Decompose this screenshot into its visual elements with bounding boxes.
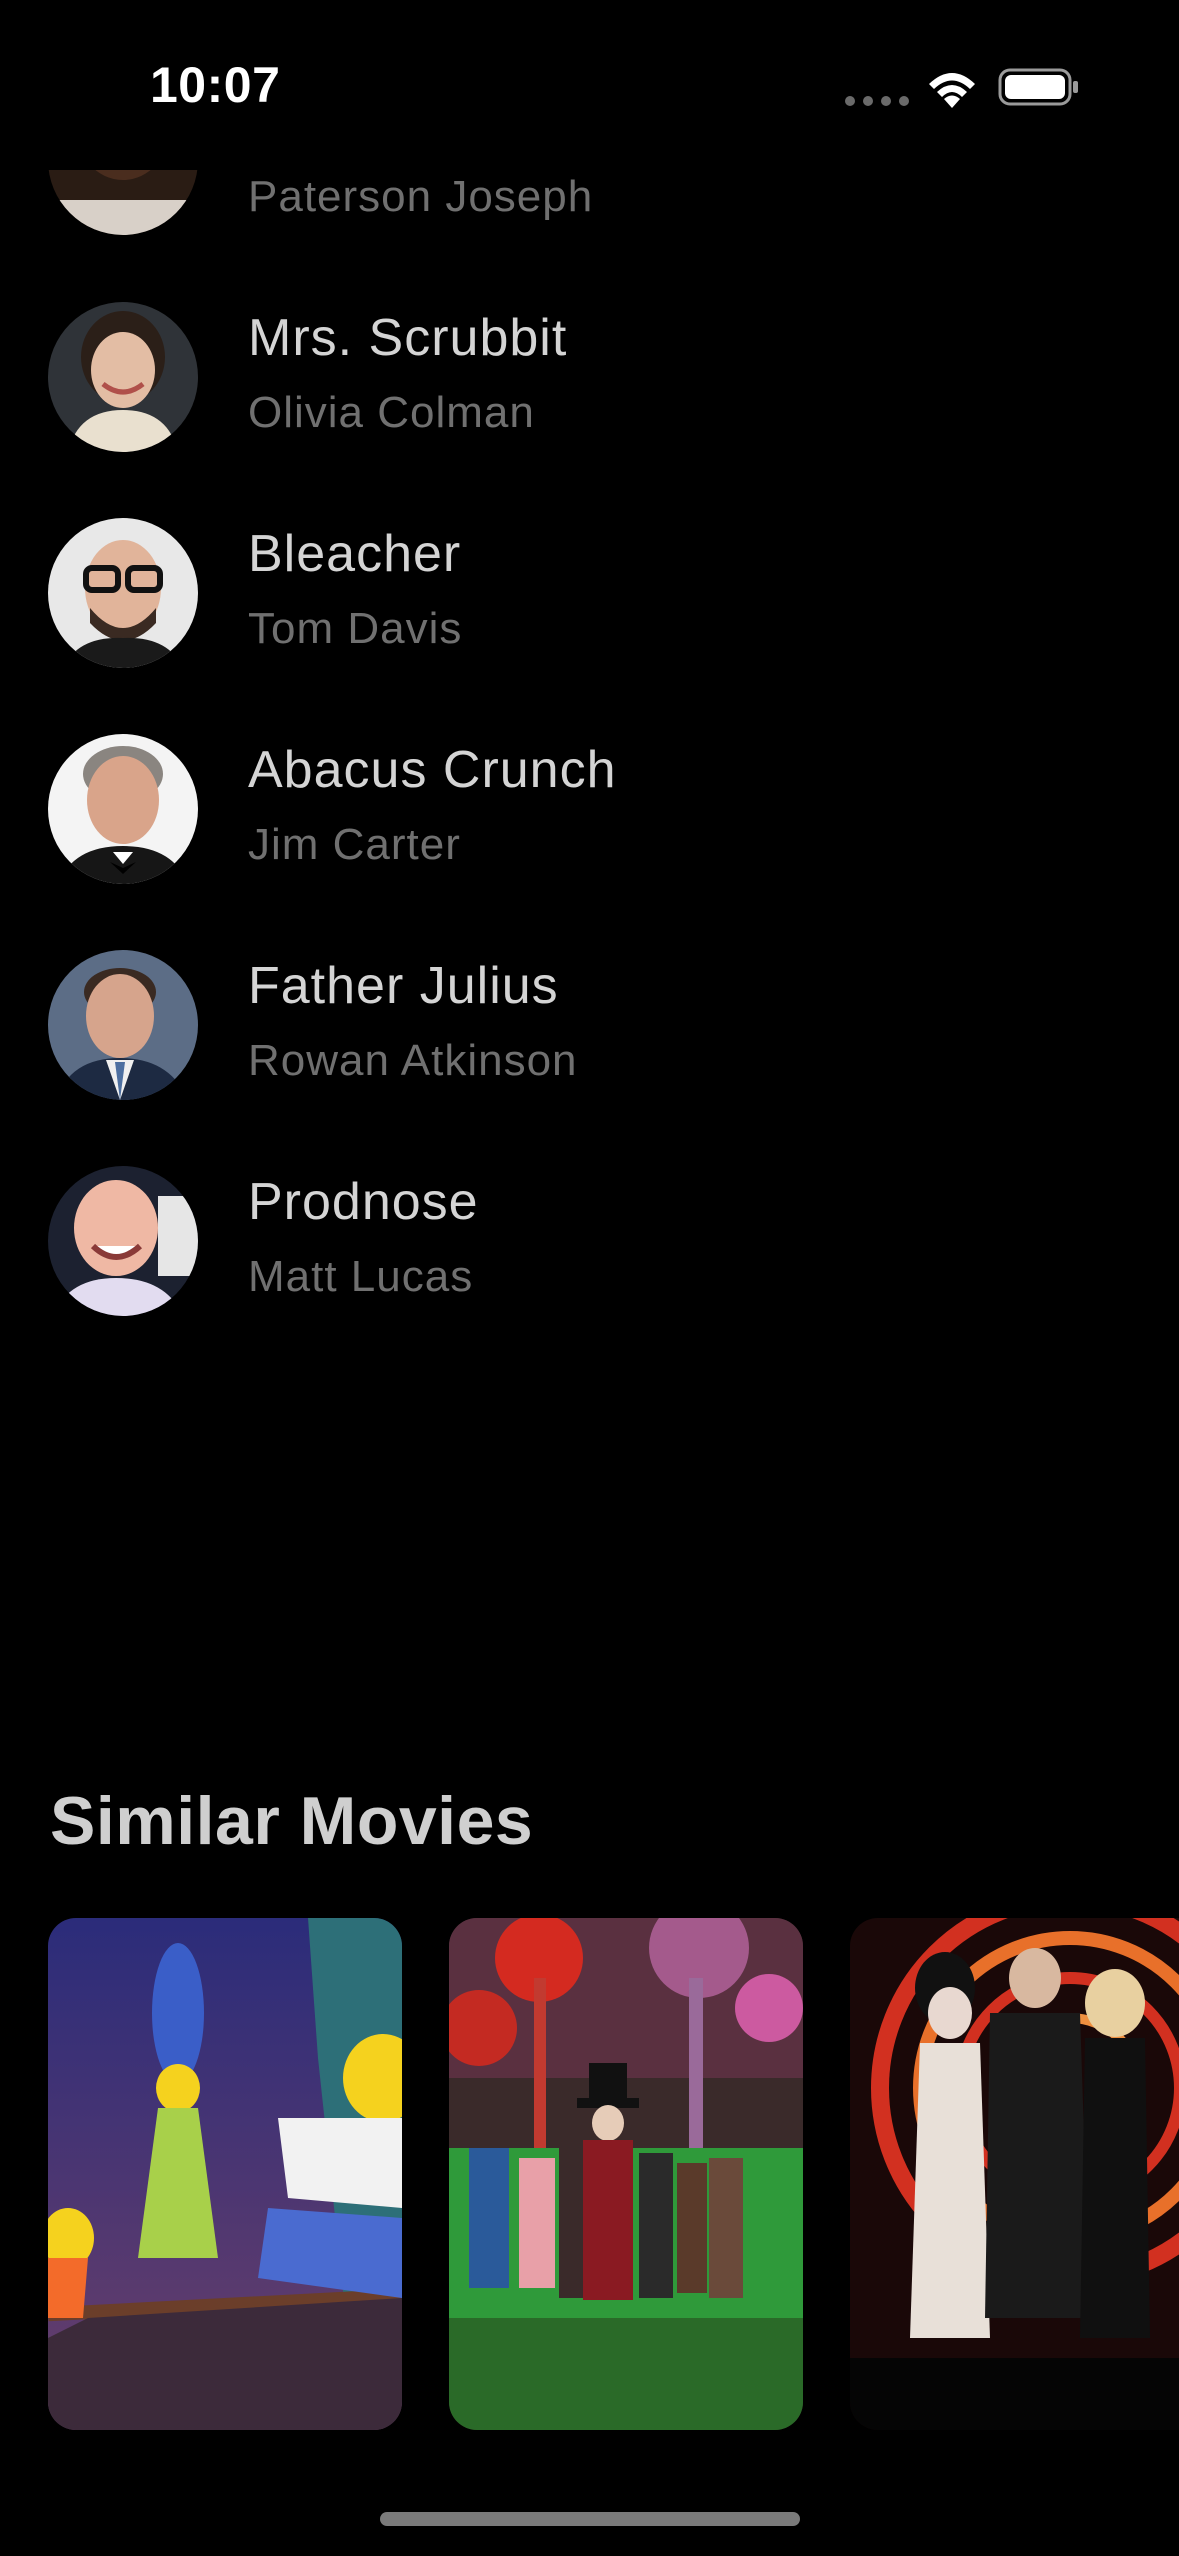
avatar (48, 302, 198, 452)
cast-actor: Matt Lucas (248, 1252, 474, 1301)
cast-row[interactable]: Father Julius Rowan Atkinson (0, 950, 1179, 1100)
cast-actor: Olivia Colman (248, 388, 535, 437)
movie-poster[interactable] (449, 1918, 803, 2430)
cast-row[interactable]: Mrs. Scrubbit Olivia Colman (0, 302, 1179, 452)
similar-movies-title: Similar Movies (50, 1783, 534, 1859)
avatar (48, 1166, 198, 1316)
avatar (48, 518, 198, 668)
wifi-icon (929, 73, 975, 108)
cast-name: Mrs. Scrubbit (248, 309, 568, 367)
cast-actor: Tom Davis (248, 604, 463, 653)
similar-movies-carousel[interactable] (0, 1918, 1179, 2433)
cellular-signal-icon (845, 96, 909, 106)
cast-name: Bleacher (248, 525, 462, 583)
cast-name: Father Julius (248, 957, 559, 1015)
home-indicator[interactable] (380, 2512, 800, 2526)
avatar (48, 734, 198, 884)
cast-name: Abacus Crunch (248, 741, 617, 799)
movie-poster[interactable] (850, 1918, 1179, 2430)
cast-actor: Jim Carter (248, 820, 461, 869)
cast-row[interactable]: Abacus Crunch Jim Carter (0, 734, 1179, 884)
cast-row[interactable]: Prodnose Matt Lucas (0, 1166, 1179, 1316)
status-bar: 10:07 (0, 0, 1179, 170)
cast-name: Prodnose (248, 1173, 479, 1231)
cast-row[interactable]: Bleacher Tom Davis (0, 518, 1179, 668)
status-time: 10:07 (150, 57, 281, 113)
movie-poster[interactable] (48, 1918, 402, 2430)
battery-icon (998, 68, 1078, 106)
avatar (48, 950, 198, 1100)
screen: Paterson Joseph Mrs. Scrubbit Olivia Col… (0, 0, 1179, 2556)
cast-actor: Rowan Atkinson (248, 1036, 578, 1085)
cast-actor: Paterson Joseph (248, 172, 594, 221)
